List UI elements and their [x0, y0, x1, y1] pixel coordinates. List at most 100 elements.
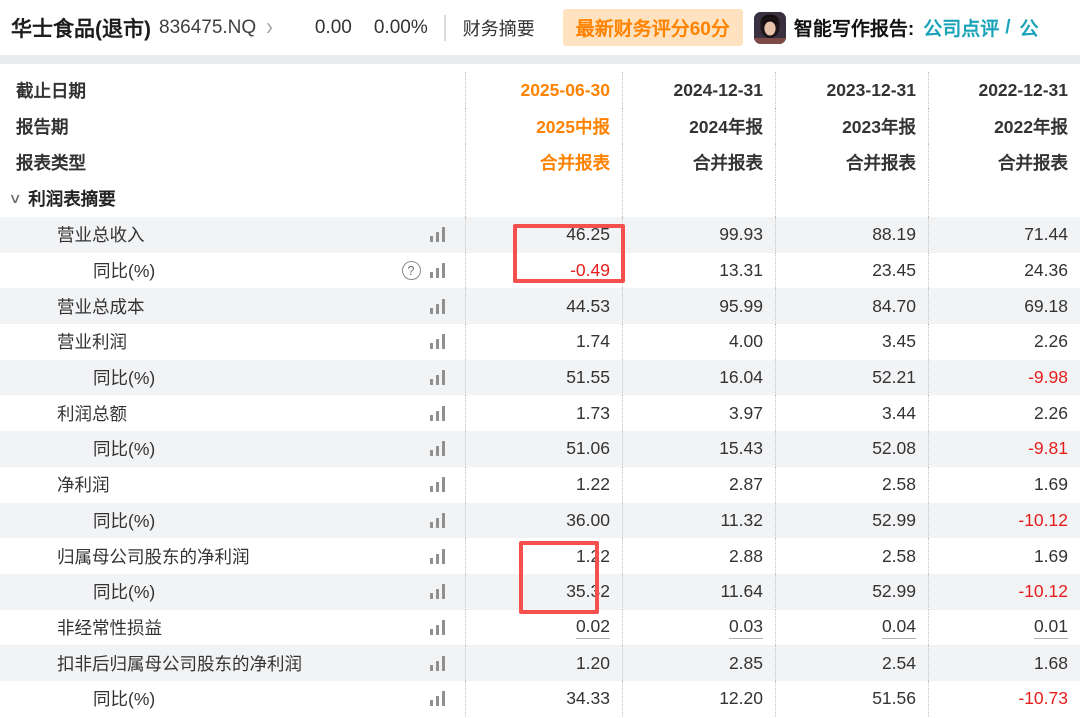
- value-cell: -9.81: [928, 431, 1080, 467]
- company-name: 华士食品(退市): [11, 13, 151, 43]
- titlebar: ‹ 华士食品(退市) 836475.NQ › 0.00 0.00% 财务摘要 最…: [0, 0, 1080, 55]
- period-header-cell[interactable]: 合并报表: [622, 144, 775, 180]
- value-text: 1.22: [576, 546, 610, 567]
- period-header-cell[interactable]: 2022年报: [928, 108, 1080, 144]
- period-header-cell[interactable]: 合并报表: [928, 144, 1080, 180]
- row-label-cell: 同比(%): [0, 431, 465, 467]
- table-row: 同比(%) 51.5516.0452.21-9.98: [0, 360, 1080, 396]
- value-text[interactable]: 0.03: [729, 616, 763, 639]
- value-text: 1.73: [576, 403, 610, 424]
- row-label: 同比(%): [93, 258, 155, 283]
- truncated-link[interactable]: 公: [1019, 14, 1038, 41]
- bar-chart-icon[interactable]: [430, 549, 446, 564]
- value-cell: 51.06: [465, 431, 622, 467]
- bar-chart-icon[interactable]: [430, 406, 446, 421]
- header-row-label: 报表类型: [0, 150, 465, 175]
- bar-chart-icon[interactable]: [430, 334, 446, 349]
- chevron-right-icon[interactable]: ›: [266, 13, 273, 42]
- bar-chart-icon[interactable]: [430, 299, 446, 314]
- value-cell: 51.55: [465, 360, 622, 396]
- period-header-cell[interactable]: 合并报表: [465, 144, 622, 180]
- row-icons: [430, 584, 446, 599]
- value-cell: 13.31: [622, 253, 775, 289]
- table-header-row: 截止日期 2025-06-302024-12-312023-12-312022-…: [0, 72, 1080, 108]
- value-text[interactable]: 0.04: [882, 616, 916, 639]
- value-cell: 46.25: [465, 217, 622, 253]
- row-icons: [430, 334, 446, 349]
- tab-financial-summary[interactable]: 财务摘要: [463, 15, 535, 41]
- period-header-cell[interactable]: 2023-12-31: [775, 72, 928, 108]
- value-text: 12.20: [719, 688, 763, 709]
- bar-chart-icon[interactable]: [430, 477, 446, 492]
- period-header-cell[interactable]: 2025中报: [465, 108, 622, 144]
- table-row: 利润总额 1.733.973.442.26: [0, 395, 1080, 431]
- value-text: 34.33: [566, 688, 610, 709]
- value-text: 52.21: [872, 367, 916, 388]
- value-text[interactable]: 0.01: [1034, 616, 1068, 639]
- row-label: 同比(%): [93, 686, 155, 711]
- period-header-cell[interactable]: 2024年报: [622, 108, 775, 144]
- row-label: 同比(%): [93, 508, 155, 533]
- bar-chart-icon[interactable]: [430, 513, 446, 528]
- value-cell: 2.58: [775, 467, 928, 503]
- row-icons: [430, 227, 446, 242]
- score-badge[interactable]: 最新财务评分60分: [563, 9, 743, 46]
- value-text: 3.45: [882, 331, 916, 352]
- value-cell: -10.73: [928, 681, 1080, 717]
- value-cell: 2.54: [775, 645, 928, 681]
- value-cell: -9.98: [928, 360, 1080, 396]
- bar-chart-icon[interactable]: [430, 620, 446, 635]
- bar-chart-icon[interactable]: [430, 263, 446, 278]
- bar-chart-icon[interactable]: [430, 370, 446, 385]
- value-text: 2.87: [729, 474, 763, 495]
- bar-chart-icon[interactable]: [430, 584, 446, 599]
- section-empty-cell: [622, 180, 775, 217]
- row-label-cell: 营业总收入: [0, 217, 465, 253]
- help-icon[interactable]: ?: [402, 261, 421, 280]
- row-label: 同比(%): [93, 436, 155, 461]
- value-cell: 44.53: [465, 288, 622, 324]
- value-text: 69.18: [1024, 296, 1068, 317]
- value-cell: 3.45: [775, 324, 928, 360]
- value-text: 2.58: [882, 474, 916, 495]
- value-text: -9.81: [1028, 438, 1068, 459]
- value-text[interactable]: 0.02: [576, 616, 610, 639]
- section-toggle[interactable]: ∨ 利润表摘要: [0, 186, 465, 211]
- financial-table: 截止日期 2025-06-302024-12-312023-12-312022-…: [0, 64, 1080, 717]
- period-header-cell[interactable]: 合并报表: [775, 144, 928, 180]
- row-label-cell: 利润总额: [0, 395, 465, 431]
- value-cell: 23.45: [775, 253, 928, 289]
- period-header-cell[interactable]: 2025-06-30: [465, 72, 622, 108]
- value-text: 51.06: [566, 438, 610, 459]
- value-cell: 3.44: [775, 395, 928, 431]
- value-cell: 2.85: [622, 645, 775, 681]
- period-header-cell[interactable]: 2023年报: [775, 108, 928, 144]
- value-text: 1.20: [576, 653, 610, 674]
- bar-chart-icon[interactable]: [430, 656, 446, 671]
- table-row: 同比(%) 35.3211.6452.99-10.12: [0, 574, 1080, 610]
- row-icons: [430, 549, 446, 564]
- section-empty-cell: [775, 180, 928, 217]
- company-review-link[interactable]: 公司点评: [923, 14, 999, 41]
- value-text: 95.99: [719, 296, 763, 317]
- bar-chart-icon[interactable]: [430, 691, 446, 706]
- row-icons: [430, 691, 446, 706]
- vertical-divider: [444, 15, 446, 41]
- value-cell: 16.04: [622, 360, 775, 396]
- value-text: 52.99: [872, 510, 916, 531]
- value-cell: 1.69: [928, 538, 1080, 574]
- period-header-cell[interactable]: 2022-12-31: [928, 72, 1080, 108]
- period-header-cell[interactable]: 2024-12-31: [622, 72, 775, 108]
- back-chevron-icon[interactable]: ‹: [0, 12, 5, 43]
- value-text: 1.69: [1034, 474, 1068, 495]
- row-label: 净利润: [57, 472, 110, 497]
- bar-chart-icon[interactable]: [430, 227, 446, 242]
- value-text: 23.45: [872, 260, 916, 281]
- value-text: 44.53: [566, 296, 610, 317]
- value-text: -9.98: [1028, 367, 1068, 388]
- row-icons: [430, 370, 446, 385]
- value-cell: 24.36: [928, 253, 1080, 289]
- bar-chart-icon[interactable]: [430, 441, 446, 456]
- value-cell: 1.74: [465, 324, 622, 360]
- section-title: 利润表摘要: [28, 186, 116, 211]
